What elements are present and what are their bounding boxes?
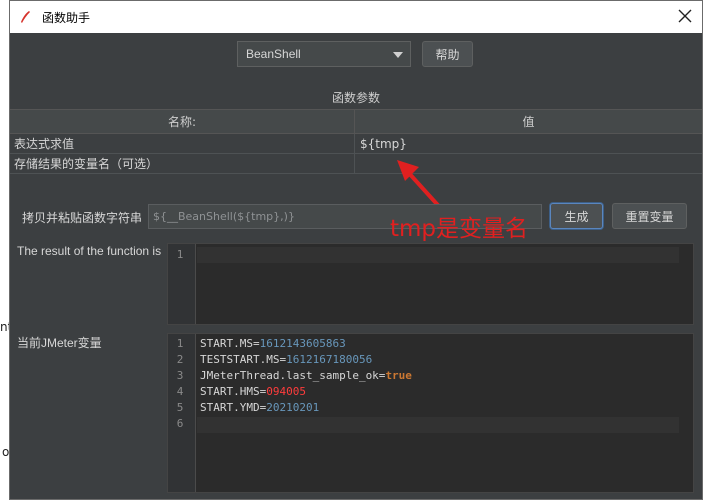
window-title: 函数助手 (42, 10, 91, 25)
generate-button[interactable]: 生成 (550, 203, 603, 229)
reset-variables-button[interactable]: 重置变量 (612, 203, 687, 229)
feather-icon (21, 11, 30, 23)
code-line: START.HMS=094005 (200, 385, 306, 398)
jmeter-vars-label: 当前JMeter变量 (17, 336, 102, 350)
jmeter-vars-editor[interactable]: 1 2 3 4 5 6 START.MS=1612143605863 TESTS… (167, 333, 694, 493)
annotation-text: tmp是变量名 (390, 216, 529, 242)
result-label: The result of the function is (17, 244, 162, 258)
top-controls: BeanShell 帮助 (10, 41, 702, 67)
var-value: 094005 (266, 385, 306, 398)
title-bar: 函数助手 (10, 1, 702, 33)
code-line: START.MS=1612143605863 (200, 337, 346, 350)
param-name-cell: 存储结果的变量名（可选） (10, 154, 355, 173)
var-value: 20210201 (266, 401, 320, 414)
help-button[interactable]: 帮助 (422, 41, 473, 67)
chevron-down-icon (393, 52, 403, 58)
result-editor[interactable]: 1 (167, 243, 694, 325)
code-line: START.YMD=20210201 (200, 401, 319, 414)
function-select[interactable]: BeanShell (237, 41, 411, 67)
line-number: 2 (176, 353, 184, 366)
close-icon[interactable] (676, 7, 694, 25)
line-number: 3 (176, 369, 184, 382)
function-string-label: 拷贝并粘贴函数字符串 (22, 211, 143, 225)
var-key: TESTSTART.MS= (200, 353, 287, 366)
line-number: 6 (176, 417, 184, 430)
column-header-name[interactable]: 名称: (10, 110, 355, 133)
params-section-title: 函数参数 (331, 91, 380, 105)
var-key: START.HMS= (200, 385, 267, 398)
params-table-header: 名称: 值 (10, 110, 702, 134)
column-header-value[interactable]: 值 (355, 110, 702, 133)
table-row[interactable]: 存储结果的变量名（可选） (10, 154, 702, 174)
current-line-highlight (197, 247, 679, 263)
params-table: 名称: 值 表达式求值 ${tmp} 存储结果的变量名（可选） (10, 109, 702, 174)
line-number: 4 (176, 385, 184, 398)
function-select-value: BeanShell (246, 47, 301, 61)
line-number: 5 (176, 401, 184, 414)
table-row[interactable]: 表达式求值 ${tmp} (10, 134, 702, 154)
current-line-highlight (197, 417, 679, 433)
code-line: TESTSTART.MS=1612167180056 (200, 353, 372, 366)
line-number: 1 (176, 337, 184, 350)
var-key: JMeterThread.last_sample_ok= (200, 369, 386, 382)
function-helper-dialog: 函数助手 BeanShell 帮助 函数参数 名称: 值 表达式求值 ${tmp… (9, 0, 703, 500)
line-number: 1 (176, 248, 184, 261)
var-key: START.MS= (200, 337, 260, 350)
code-line: JMeterThread.last_sample_ok=true (200, 369, 412, 382)
function-string-row: 拷贝并粘贴函数字符串 ${__BeanShell(${tmp},)} 生成 重置… (10, 203, 702, 229)
param-name-cell: 表达式求值 (10, 134, 355, 153)
var-value: 1612143605863 (259, 337, 346, 350)
var-value: true (385, 369, 412, 382)
var-key: START.YMD= (200, 401, 267, 414)
var-value: 1612167180056 (286, 353, 373, 366)
